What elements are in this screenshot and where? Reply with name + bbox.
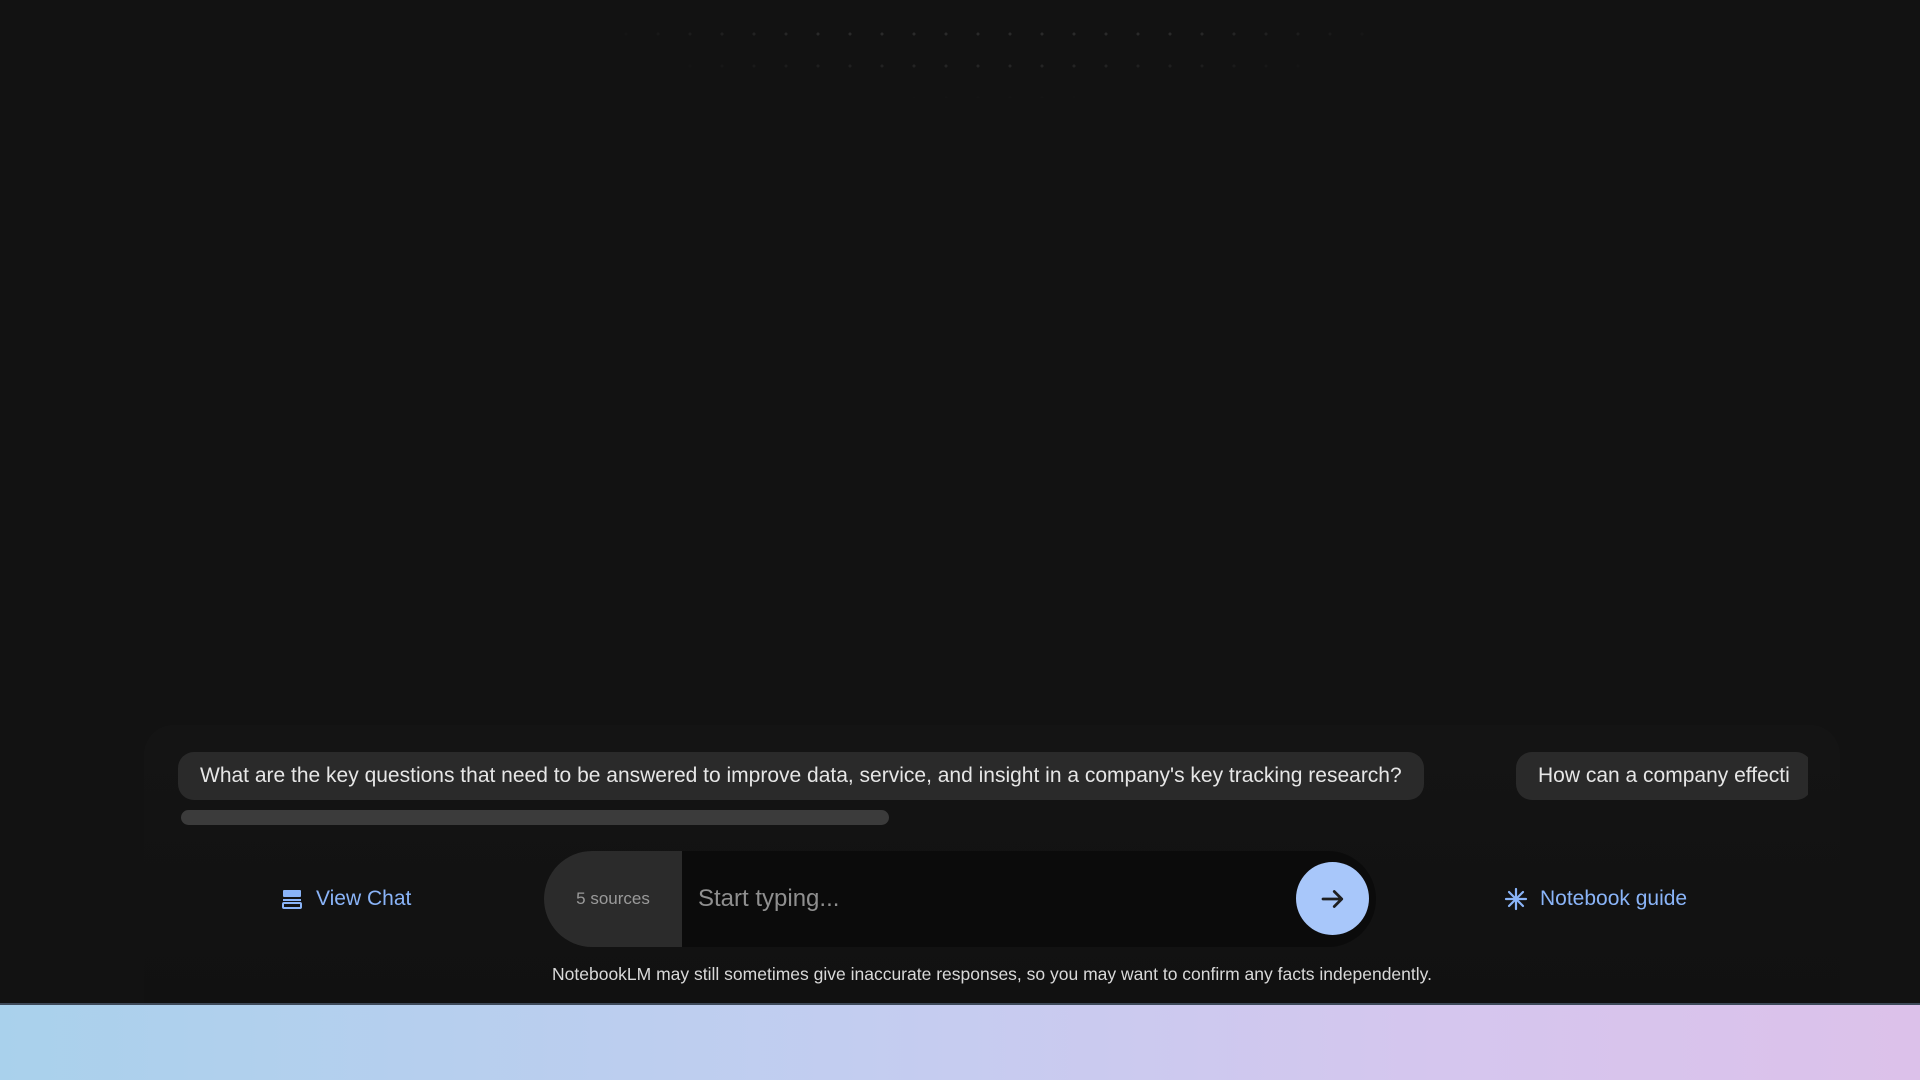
send-button[interactable] bbox=[1296, 862, 1369, 935]
suggestion-chip[interactable]: What are the key questions that need to … bbox=[178, 752, 1424, 800]
scrollbar-thumb[interactable] bbox=[181, 810, 889, 825]
suggestion-chip[interactable]: How can a company effecti bbox=[1516, 752, 1808, 800]
suggestions-scrollbar[interactable] bbox=[181, 810, 1811, 825]
view-chat-label: View Chat bbox=[316, 887, 412, 910]
view-chat-button[interactable]: View Chat bbox=[280, 879, 411, 919]
notebook-guide-button[interactable]: Notebook guide bbox=[1504, 879, 1687, 919]
chat-input[interactable] bbox=[694, 871, 1262, 927]
decorative-dot-pattern bbox=[610, 18, 1390, 98]
suggestion-chips: What are the key questions that need to … bbox=[178, 752, 1808, 800]
app-stage: What are the key questions that need to … bbox=[0, 0, 1920, 1080]
chat-icon bbox=[282, 890, 302, 909]
arrow-right-icon bbox=[1321, 889, 1343, 908]
bottom-gradient-bar bbox=[0, 1003, 1920, 1080]
disclaimer-text: NotebookLM may still sometimes give inac… bbox=[552, 964, 1432, 984]
notebook-guide-label: Notebook guide bbox=[1540, 887, 1688, 910]
sources-count-button[interactable]: 5 sources bbox=[544, 851, 682, 947]
sparkle-icon bbox=[1504, 887, 1528, 911]
chat-composer: 5 sources bbox=[544, 851, 1376, 947]
